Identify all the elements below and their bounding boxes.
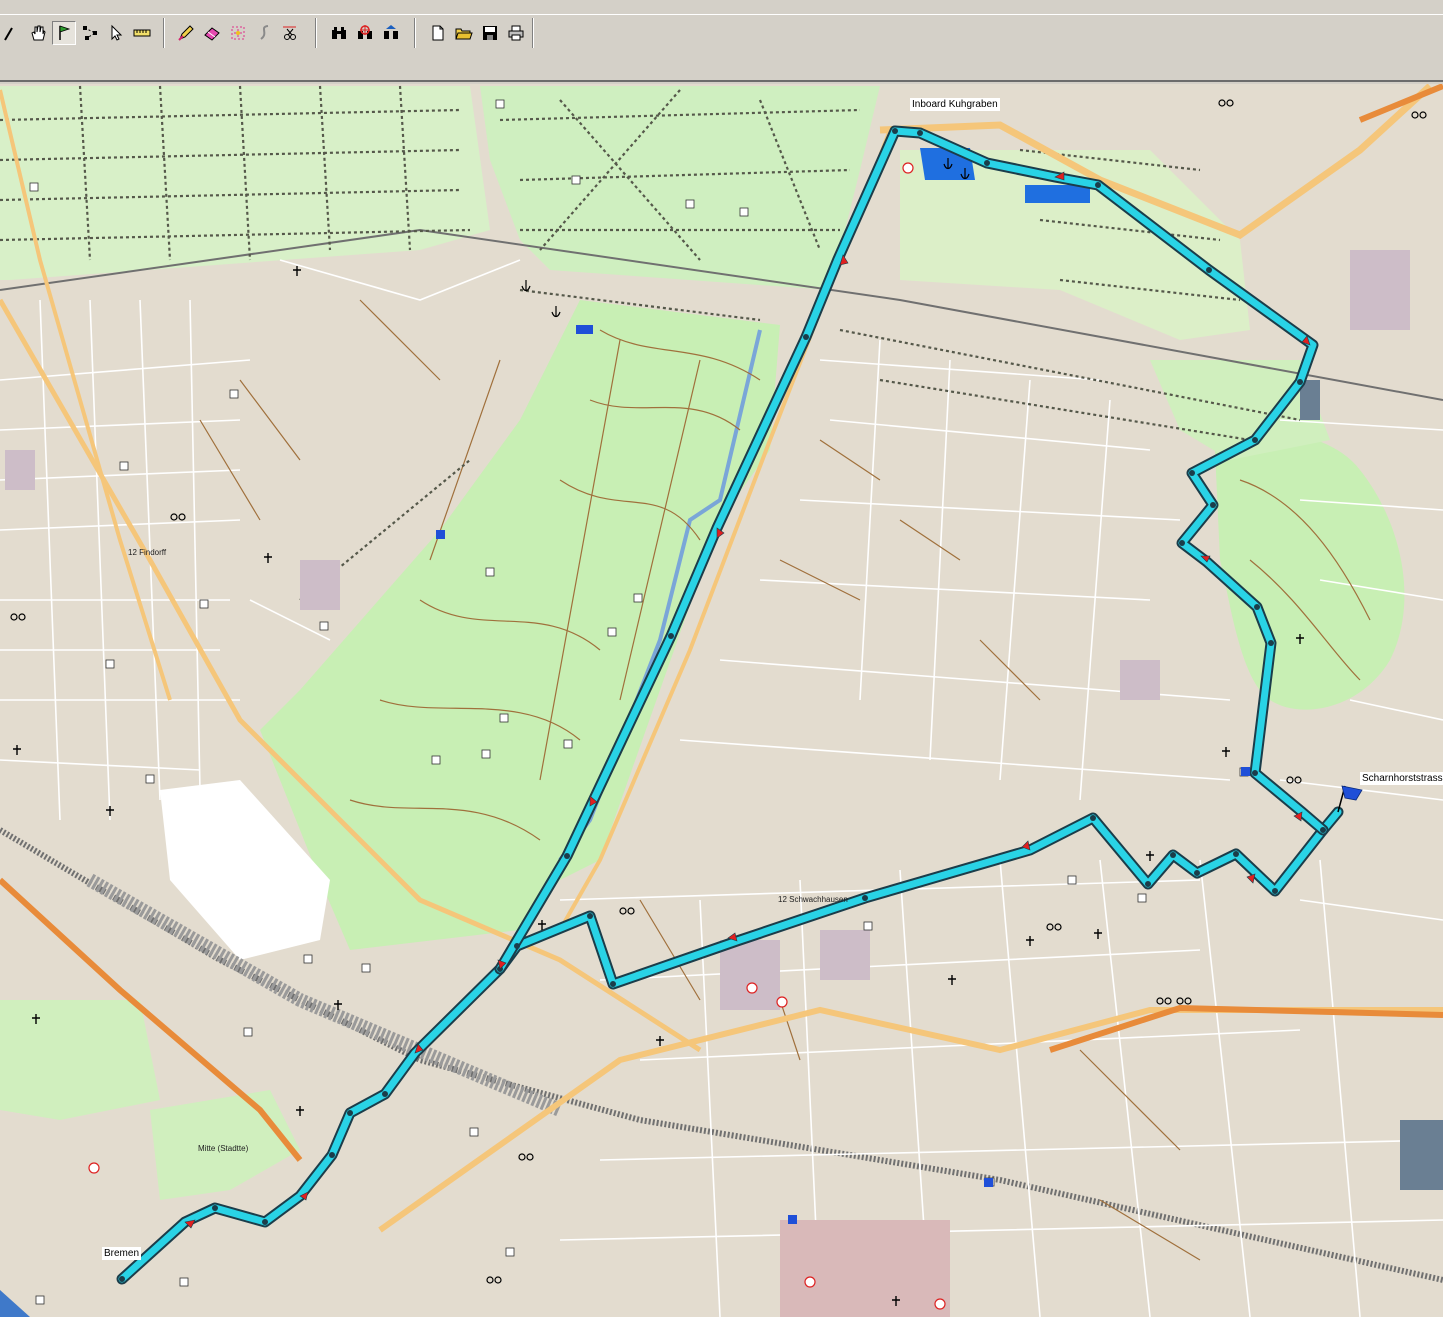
pencil-draw-icon — [178, 25, 194, 41]
magic-select-icon — [231, 26, 245, 40]
buergerpark — [260, 300, 780, 950]
toolbar-group-edit — [174, 17, 304, 49]
measure-button[interactable] — [130, 21, 154, 45]
find-address-button[interactable] — [379, 21, 403, 45]
ruler-measure-icon — [133, 29, 151, 37]
select-area-button[interactable] — [226, 21, 250, 45]
highway-south — [1049, 1004, 1443, 1053]
map-label-mitte: Mitte (Stadtte) — [198, 1144, 249, 1153]
route-button[interactable] — [78, 21, 102, 45]
direction-arrow — [1246, 873, 1256, 884]
toolbar — [0, 0, 1443, 82]
new-file-icon — [432, 25, 444, 41]
map-label-findorff: 12 Findorff — [128, 548, 167, 557]
print-button[interactable] — [504, 21, 528, 45]
binoculars-target-icon — [358, 25, 372, 39]
toolbar-group-file — [426, 17, 530, 49]
print-icon — [508, 25, 524, 41]
canal-basin — [1025, 185, 1090, 203]
toolbar-top-edge — [0, 14, 1443, 15]
draw-button[interactable] — [174, 21, 198, 45]
stadtwald — [480, 86, 880, 290]
toolbar-separator — [315, 18, 317, 48]
scissors-cut-icon — [283, 26, 296, 40]
open-button[interactable] — [452, 21, 476, 45]
zoom-button[interactable] — [0, 21, 24, 45]
toolbar-group-navigation — [0, 17, 156, 49]
map-label-bremen: Bremen — [102, 1247, 142, 1260]
route-points-icon — [83, 26, 97, 40]
riensberg-park — [1215, 432, 1405, 710]
find-button[interactable] — [327, 21, 351, 45]
map-label-scharnhorststrasse: Scharnhorststrass — [1360, 772, 1443, 785]
map-view[interactable]: Inboard Kuhgraben Scharnhorststrass Brem… — [0, 84, 1443, 1317]
new-button[interactable] — [426, 21, 450, 45]
pan-button[interactable] — [26, 21, 50, 45]
eraser-icon — [204, 27, 220, 41]
toolbar-separator — [532, 18, 534, 48]
map-label-schwachhausen: 12 Schwachhausen — [778, 895, 848, 904]
waypoint-button[interactable] — [52, 21, 76, 45]
binoculars-address-icon — [384, 25, 398, 39]
green-south-west — [0, 1000, 160, 1120]
find-nearest-button[interactable] — [353, 21, 377, 45]
erase-button[interactable] — [200, 21, 224, 45]
save-button[interactable] — [478, 21, 502, 45]
track-button[interactable] — [252, 21, 276, 45]
select-button[interactable] — [104, 21, 128, 45]
save-disk-icon — [483, 26, 497, 40]
hand-pan-icon — [31, 25, 46, 41]
binoculars-icon — [332, 27, 346, 39]
cursor-select-icon — [111, 24, 123, 41]
river-weser — [0, 1290, 30, 1317]
track-curve-icon — [260, 25, 269, 40]
cut-button[interactable] — [278, 21, 302, 45]
map-label-inboard-kuhgraben: Inboard Kuhgraben — [910, 98, 1000, 111]
toolbar-group-search — [327, 17, 405, 49]
map-canvas[interactable] — [0, 84, 1443, 1317]
open-folder-icon — [455, 28, 473, 40]
toolbar-separator — [163, 18, 165, 48]
zoom-icon — [4, 27, 13, 41]
toolbar-separator — [414, 18, 416, 48]
flag-waypoint-icon — [59, 25, 71, 40]
